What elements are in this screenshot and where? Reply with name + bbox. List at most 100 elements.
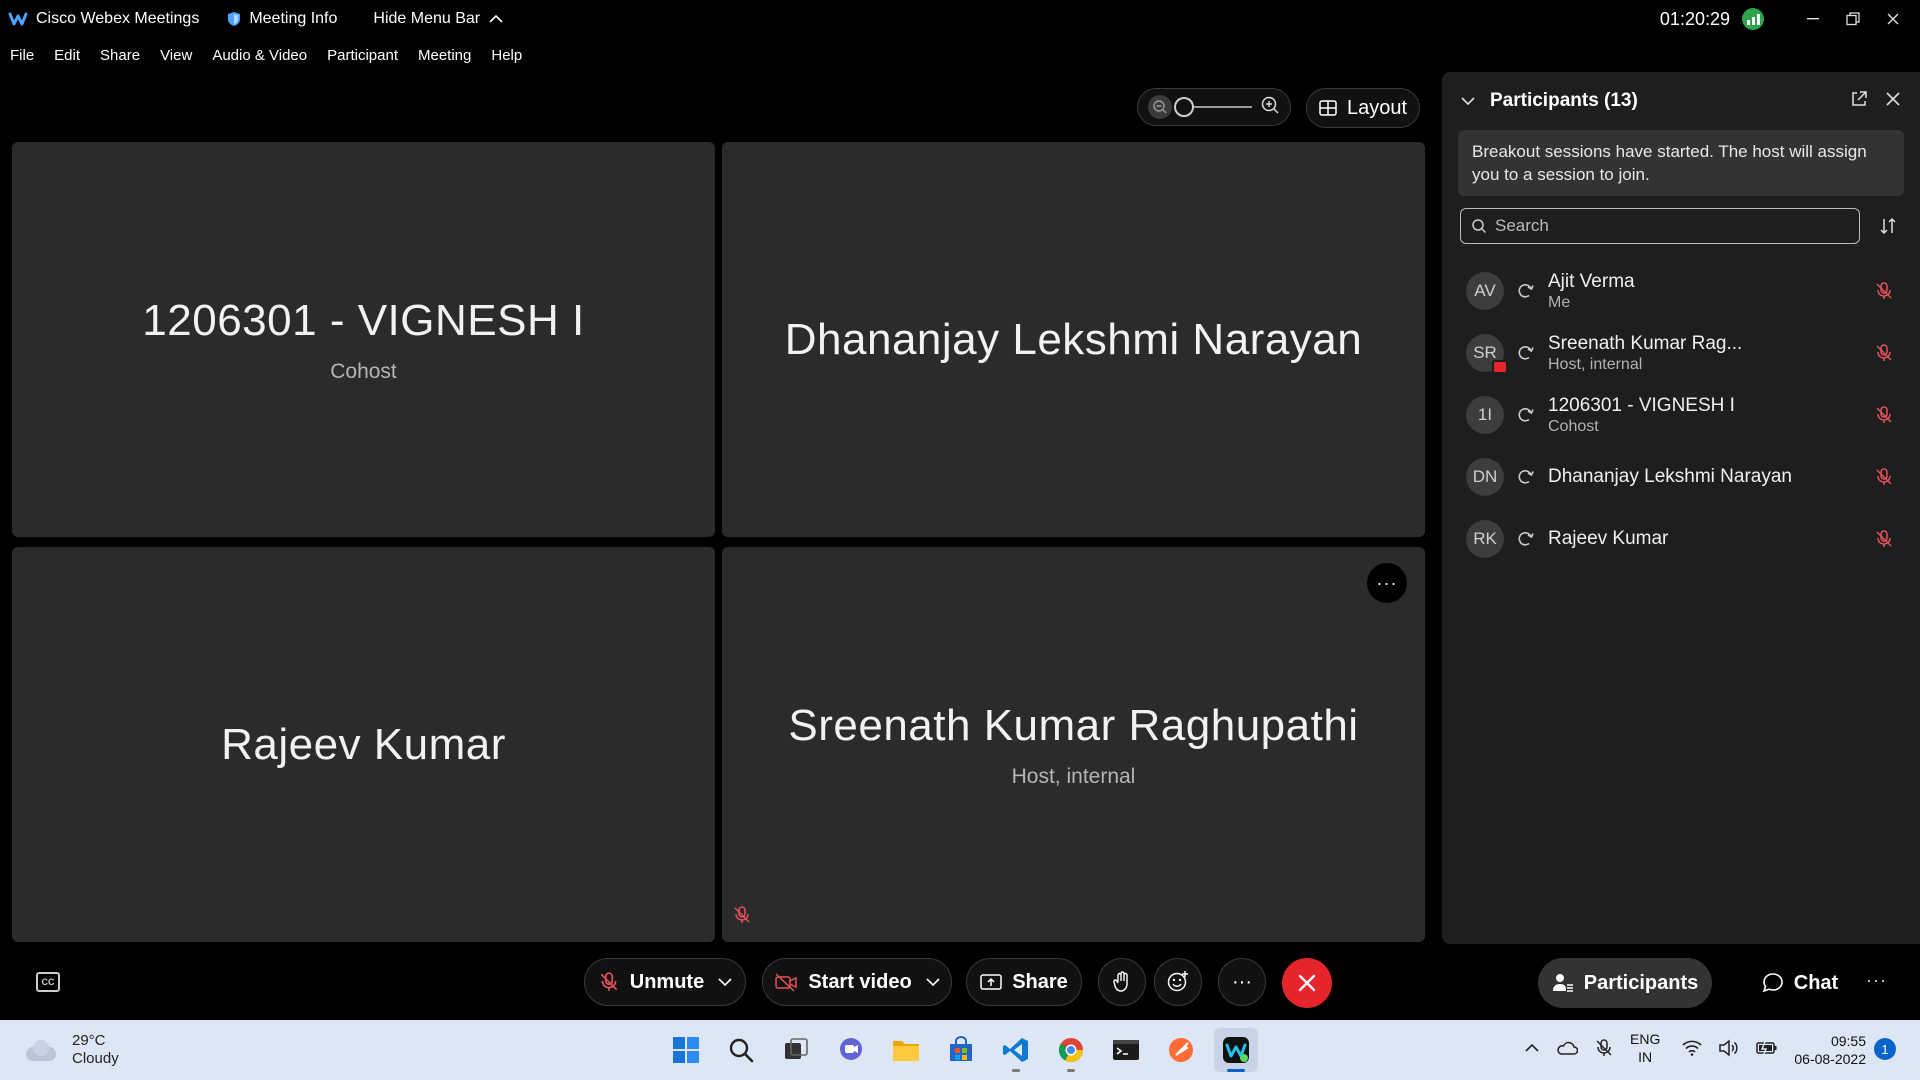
more-options-button[interactable]: ··· (1218, 958, 1266, 1006)
network-signal-icon[interactable] (1742, 8, 1764, 30)
region-code: IN (1638, 1049, 1653, 1065)
vscode-app[interactable] (994, 1028, 1038, 1072)
participant-role: Cohost (1548, 417, 1599, 435)
avatar: SR (1466, 334, 1508, 374)
muted-mic-icon[interactable] (1874, 467, 1894, 487)
emoji-icon (1167, 971, 1188, 992)
menu-edit[interactable]: Edit (54, 47, 80, 64)
chevron-down-icon[interactable] (926, 977, 940, 987)
unmute-button[interactable]: Unmute (584, 958, 746, 1006)
search-input[interactable] (1495, 216, 1835, 236)
task-view-button[interactable] (774, 1028, 818, 1072)
volume-icon[interactable] (1718, 1039, 1740, 1057)
notification-badge[interactable]: 1 (1874, 1038, 1896, 1060)
postman-app[interactable] (1159, 1028, 1203, 1072)
minimize-button[interactable] (1794, 0, 1832, 38)
menu-file[interactable]: File (10, 47, 34, 64)
chevron-up-icon (489, 14, 503, 23)
participants-panel: Participants (13) Breakout sessions have… (1442, 72, 1920, 944)
sort-button[interactable] (1878, 216, 1898, 241)
muted-mic-icon[interactable] (1874, 529, 1894, 549)
task-view-icon (785, 1038, 808, 1059)
wifi-icon[interactable] (1682, 1040, 1702, 1056)
zoom-out-icon (1153, 100, 1167, 114)
chat-button[interactable]: Chat (1744, 958, 1856, 1008)
muted-mic-icon[interactable] (1874, 343, 1894, 363)
breakout-sync-icon (1518, 346, 1534, 360)
participants-icon (1552, 974, 1573, 992)
menu-meeting[interactable]: Meeting (418, 47, 471, 64)
chrome-app[interactable] (1049, 1028, 1093, 1072)
participants-button[interactable]: Participants (1538, 958, 1712, 1008)
title-bar: Cisco Webex Meetings Meeting Info Hide M… (0, 0, 1920, 38)
participant-row[interactable]: AV Ajit Verma Me (1442, 260, 1920, 322)
taskbar-search-button[interactable] (719, 1028, 763, 1072)
participant-list: AV Ajit Verma Me SR Sreenath Kumar Rag...… (1442, 260, 1920, 570)
share-button[interactable]: Share (966, 958, 1082, 1006)
pop-out-button[interactable] (1850, 90, 1868, 113)
meeting-info-button[interactable]: Meeting Info (227, 10, 337, 28)
participant-row[interactable]: SR Sreenath Kumar Rag... Host, internal (1442, 322, 1920, 384)
show-hidden-icons-button[interactable] (1524, 1043, 1540, 1053)
running-indicator (1067, 1069, 1075, 1072)
panel-more-button[interactable]: ··· (1866, 970, 1887, 991)
start-video-button[interactable]: Start video (762, 958, 952, 1006)
tile-more-options-button[interactable]: ··· (1367, 563, 1407, 603)
restore-button[interactable] (1834, 0, 1872, 38)
taskbar-clock[interactable]: 09:55 06-08-2022 (1776, 1032, 1866, 1068)
start-button[interactable] (664, 1028, 708, 1072)
layout-button[interactable]: Layout (1306, 88, 1420, 128)
leave-meeting-button[interactable] (1282, 958, 1332, 1008)
zoom-in-icon (1261, 96, 1279, 114)
zoom-slider[interactable] (1174, 97, 1252, 117)
breakout-sync-icon (1518, 532, 1534, 546)
zoom-slider-handle[interactable] (1174, 97, 1194, 117)
onedrive-icon[interactable] (1556, 1041, 1578, 1055)
restore-icon (1846, 12, 1860, 26)
participant-row[interactable]: DN Dhananjay Lekshmi Narayan (1442, 446, 1920, 508)
mic-muted-tray-icon[interactable] (1594, 1037, 1614, 1059)
hide-menu-bar-button[interactable]: Hide Menu Bar (373, 10, 504, 28)
muted-mic-icon[interactable] (1874, 281, 1894, 301)
video-tile[interactable]: Dhananjay Lekshmi Narayan (722, 142, 1425, 537)
zoom-out-button[interactable] (1148, 95, 1172, 119)
participant-search[interactable] (1460, 208, 1860, 244)
closed-captions-button[interactable]: CC (36, 972, 60, 992)
participant-row[interactable]: 1I 1206301 - VIGNESH I Cohost (1442, 384, 1920, 446)
weather-widget[interactable]: 29°C Cloudy (24, 1032, 119, 1068)
video-tile[interactable]: ··· Sreenath Kumar Raghupathi Host, inte… (722, 547, 1425, 942)
video-tile[interactable]: 1206301 - VIGNESH I Cohost (12, 142, 715, 537)
lang-code: ENG (1630, 1031, 1661, 1047)
raise-hand-button[interactable] (1098, 958, 1146, 1006)
menu-view[interactable]: View (160, 47, 192, 64)
menu-audio-video[interactable]: Audio & Video (212, 47, 307, 64)
terminal-app[interactable] (1104, 1028, 1148, 1072)
meeting-info-label: Meeting Info (249, 10, 338, 27)
zoom-in-button[interactable] (1260, 95, 1280, 120)
search-icon (729, 1038, 754, 1063)
teams-chat-app[interactable] (829, 1028, 873, 1072)
menu-participant[interactable]: Participant (327, 47, 398, 64)
language-indicator[interactable]: ENG IN (1630, 1030, 1660, 1066)
participant-row[interactable]: RK Rajeev Kumar (1442, 508, 1920, 570)
avatar: RK (1466, 520, 1504, 558)
reactions-button[interactable] (1154, 958, 1202, 1006)
grid-layout-icon (1319, 100, 1337, 116)
muted-mic-icon[interactable] (1874, 405, 1894, 425)
webex-app[interactable] (1214, 1028, 1258, 1072)
store-app[interactable] (939, 1028, 983, 1072)
video-tile[interactable]: Rajeev Kumar (12, 547, 715, 942)
tile-role: Cohost (330, 359, 397, 383)
avatar: DN (1466, 458, 1504, 496)
tile-name: 1206301 - VIGNESH I (142, 295, 585, 345)
file-explorer-app[interactable] (884, 1028, 928, 1072)
panel-header[interactable]: Participants (13) (1460, 90, 1638, 112)
chevron-down-icon[interactable] (718, 977, 732, 987)
tile-name: Sreenath Kumar Raghupathi (788, 700, 1359, 750)
menu-help[interactable]: Help (491, 47, 522, 64)
close-window-button[interactable] (1874, 0, 1912, 38)
muted-mic-icon (732, 905, 752, 930)
participant-name: Dhananjay Lekshmi Narayan (1548, 466, 1792, 487)
close-panel-button[interactable] (1886, 92, 1900, 111)
menu-share[interactable]: Share (100, 47, 140, 64)
